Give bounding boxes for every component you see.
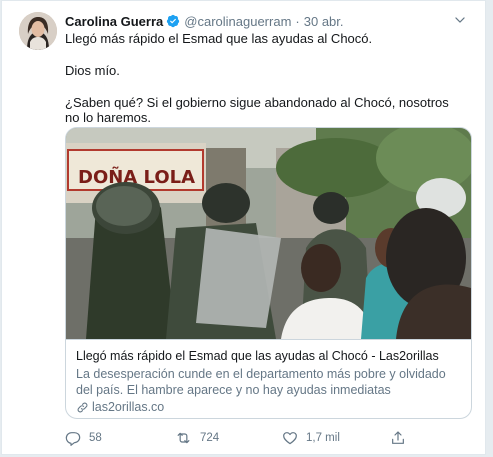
- tweet-paragraph: Llegó más rápido el Esmad que las ayudas…: [65, 31, 373, 46]
- tweet-header: Carolina Guerra @carolinaguerram · 30 ab…: [65, 11, 471, 31]
- timestamp-link[interactable]: 30 abr.: [304, 14, 344, 29]
- tweet-paragraph: Dios mío.: [65, 63, 120, 78]
- reply-count: 58: [89, 432, 102, 444]
- card-image[interactable]: DOÑA LOLA: [66, 128, 471, 339]
- heart-icon: [282, 430, 298, 446]
- tweet-paragraph: ¿Saben qué? Si el gobierno sigue abandon…: [65, 95, 449, 125]
- chevron-down-icon[interactable]: [453, 13, 467, 30]
- card-body[interactable]: Llegó más rápido el Esmad que las ayudas…: [66, 339, 471, 418]
- author-handle[interactable]: @carolinaguerram: [184, 14, 291, 29]
- card-description: La desesperación cunde en el departament…: [76, 367, 446, 397]
- retweet-button[interactable]: 724: [175, 430, 219, 446]
- card-domain: las2orillas.co: [76, 399, 461, 415]
- tweet-actions: 58 724 1,7 mil: [65, 429, 445, 447]
- like-count: 1,7 mil: [306, 432, 340, 444]
- tweet-text: Llegó más rápido el Esmad que las ayudas…: [65, 31, 465, 125]
- card-domain-text: las2orillas.co: [92, 400, 165, 414]
- link-icon: [77, 402, 88, 412]
- card-title: Llegó más rápido el Esmad que las ayudas…: [76, 349, 439, 363]
- like-button[interactable]: 1,7 mil: [282, 430, 340, 446]
- author-name[interactable]: Carolina Guerra: [65, 14, 163, 29]
- tweet-card[interactable]: Carolina Guerra @carolinaguerram · 30 ab…: [1, 0, 486, 455]
- retweet-count: 724: [200, 432, 220, 444]
- verified-badge-icon: [166, 14, 180, 28]
- reply-icon: [65, 430, 81, 446]
- avatar[interactable]: [19, 12, 57, 50]
- reply-button[interactable]: 58: [65, 430, 102, 446]
- share-button[interactable]: [390, 430, 414, 446]
- separator-dot: ·: [295, 13, 300, 29]
- share-icon: [390, 430, 406, 446]
- link-preview-card[interactable]: DOÑA LOLA Llegó más rápido el Esmad que …: [65, 127, 472, 419]
- retweet-icon: [175, 430, 192, 446]
